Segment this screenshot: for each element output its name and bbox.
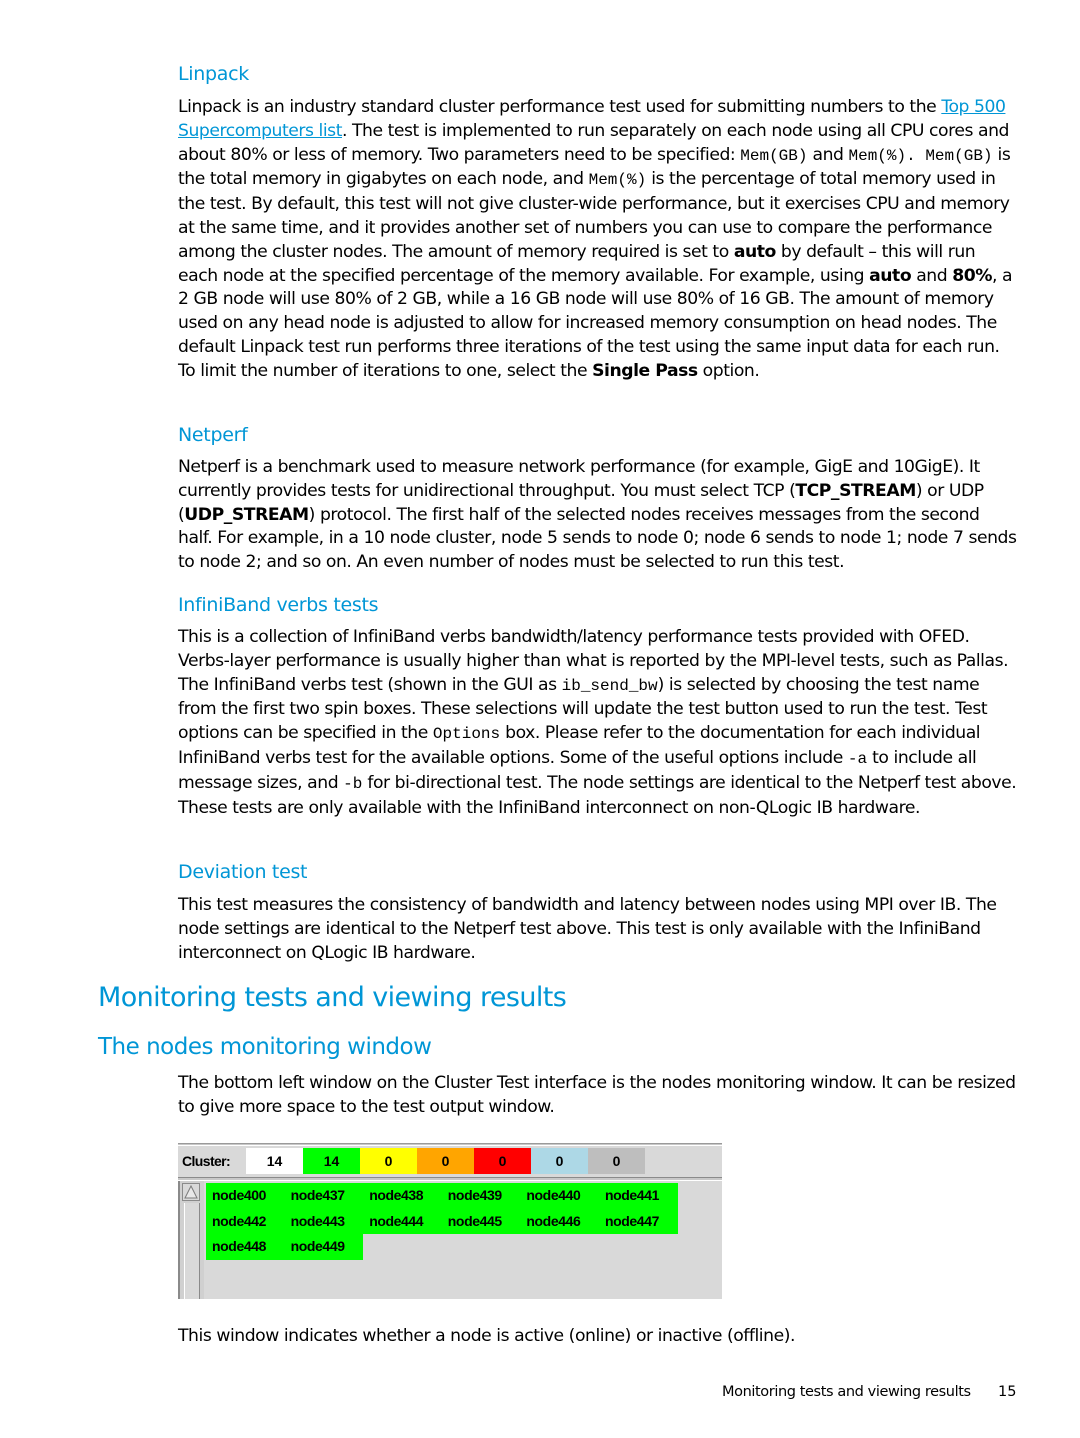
- monitoring-after: This window indicates whether a node is …: [178, 1326, 795, 1346]
- text: and: [807, 144, 849, 165]
- text: and: [911, 265, 953, 286]
- code-b-flag: -b: [343, 774, 363, 793]
- document-page: Linpack Linpack is an industry standard …: [0, 0, 1080, 1438]
- infiniband-heading: InfiniBand verbs tests: [178, 594, 379, 616]
- node-cell[interactable]: node438: [363, 1183, 442, 1209]
- count-total[interactable]: 14: [246, 1148, 303, 1174]
- count-orange[interactable]: 0: [417, 1148, 474, 1174]
- code-mem-gb: Mem(GB): [925, 146, 993, 165]
- bold-auto: auto: [733, 241, 777, 262]
- netperf-heading: Netperf: [178, 424, 248, 446]
- code-mem-pct: Mem(%): [588, 171, 647, 190]
- node-cell[interactable]: node440: [520, 1183, 599, 1209]
- section-title: Monitoring tests and viewing results: [98, 982, 567, 1013]
- scroll-track[interactable]: [184, 1203, 200, 1299]
- code-options: Options: [432, 725, 501, 744]
- node-cell[interactable]: node443: [284, 1208, 364, 1234]
- code-mem-gb: Mem(GB): [740, 146, 808, 165]
- node-cell[interactable]: node400: [206, 1183, 285, 1209]
- divider: [178, 1177, 722, 1181]
- bold-auto: auto: [869, 265, 912, 286]
- bold-80pct: 80%: [952, 265, 992, 286]
- up-arrow-icon: [184, 1185, 198, 1199]
- linpack-heading: Linpack: [178, 63, 249, 85]
- node-cell[interactable]: node444: [363, 1208, 442, 1234]
- code-mem-pct: Mem(%): [848, 146, 907, 165]
- bold-single-pass: Single Pass: [592, 360, 698, 381]
- subsection-title: The nodes monitoring window: [98, 1034, 432, 1060]
- count-yellow[interactable]: 0: [360, 1148, 417, 1174]
- nodes-grid: node400 node437 node438 node439 node440 node4…: [206, 1183, 678, 1260]
- text: Linpack is an industry standard cluster …: [178, 97, 942, 117]
- cluster-label: Cluster:: [178, 1148, 246, 1174]
- count-red[interactable]: 0: [474, 1148, 531, 1174]
- node-cell[interactable]: node449: [284, 1234, 364, 1260]
- count-online[interactable]: 14: [303, 1148, 360, 1174]
- linpack-paragraph: Linpack is an industry standard cluster …: [178, 96, 1018, 384]
- deviation-heading: Deviation test: [178, 861, 308, 883]
- vertical-scrollbar[interactable]: [178, 1181, 204, 1299]
- deviation-paragraph: This test measures the consistency of ba…: [178, 895, 997, 963]
- text: option.: [697, 360, 760, 381]
- node-cell[interactable]: node437: [284, 1183, 364, 1209]
- text: .: [906, 146, 926, 165]
- bold-udp-stream: UDP_STREAM: [184, 504, 309, 525]
- node-cell[interactable]: node439: [441, 1183, 521, 1209]
- netperf-paragraph: Netperf is a benchmark used to measure n…: [178, 456, 1018, 575]
- node-cell[interactable]: node445: [441, 1208, 521, 1234]
- node-cell[interactable]: node447: [598, 1208, 678, 1234]
- count-lightblue[interactable]: 0: [531, 1148, 588, 1174]
- nodes-monitoring-window: Cluster: 14 14 0 0 0 0 0 node400 node437 n…: [178, 1143, 722, 1299]
- node-cell[interactable]: node442: [206, 1208, 285, 1234]
- node-cell[interactable]: node448: [206, 1234, 285, 1260]
- page-number: 15: [998, 1384, 1017, 1400]
- code-ib-send-bw: ib_send_bw: [561, 676, 658, 695]
- node-cell[interactable]: node446: [520, 1208, 599, 1234]
- bold-tcp-stream: TCP_STREAM: [795, 480, 916, 501]
- code-a-flag: -a: [847, 749, 868, 768]
- monitoring-intro: The bottom left window on the Cluster Te…: [178, 1073, 1016, 1117]
- count-gray[interactable]: 0: [588, 1148, 645, 1174]
- cluster-status-bar: Cluster: 14 14 0 0 0 0 0: [178, 1148, 645, 1174]
- node-cell[interactable]: node441: [598, 1183, 678, 1209]
- divider: [178, 1143, 722, 1146]
- infiniband-paragraph: This is a collection of InfiniBand verbs…: [178, 626, 1018, 820]
- scroll-up-button[interactable]: [182, 1183, 200, 1201]
- footer-title: Monitoring tests and viewing results: [722, 1384, 971, 1400]
